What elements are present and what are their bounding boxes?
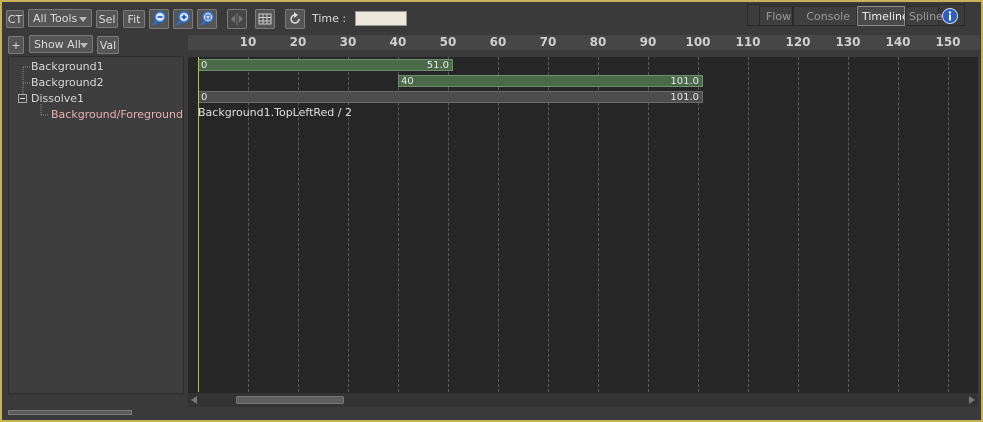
zoom-fit-icon [200, 11, 214, 26]
ruler-tick: 150 [935, 35, 961, 49]
tree-item-dissolve1[interactable]: Dissolve1 [31, 92, 84, 106]
clip-start-label: 0 [201, 92, 208, 103]
tree-item-background2[interactable]: Background2 [31, 76, 104, 90]
all-tools-dropdown[interactable]: All Tools [28, 9, 92, 27]
grid-line [548, 57, 549, 392]
time-label: Time : [311, 12, 347, 25]
info-button[interactable] [941, 7, 959, 25]
refresh-icon [290, 12, 300, 24]
ruler-tick: 30 [339, 35, 357, 49]
clip-end-label: 51.0 [426, 60, 449, 71]
scrollbar-thumb[interactable] [236, 396, 344, 404]
scroll-left-icon[interactable] [191, 396, 197, 404]
sel-button[interactable]: Sel [96, 10, 118, 28]
zoom-out-icon [152, 11, 166, 26]
ruler-tick: 110 [735, 35, 761, 49]
tab-spline[interactable]: Spline [905, 6, 943, 26]
minus-icon [20, 98, 25, 99]
ruler-tick: 90 [639, 35, 657, 49]
ruler-tick: 40 [389, 35, 407, 49]
grid-line [398, 57, 399, 392]
refresh-button[interactable] [285, 9, 305, 29]
horizontal-scrollbar[interactable] [188, 392, 978, 407]
grid-line [898, 57, 899, 392]
grid-line [948, 57, 949, 392]
tab-timeline[interactable]: Timeline [857, 6, 909, 26]
tool-tree: Background1 Background2 Dissolve1 Backgr… [8, 56, 184, 394]
zoom-out-button[interactable] [149, 9, 169, 29]
track-clip[interactable]: 0 51.0 [198, 59, 453, 71]
zoom-in-button[interactable] [173, 9, 193, 29]
snap-arrows-icon [231, 13, 243, 25]
chevron-down-icon [80, 43, 88, 48]
grid-line [798, 57, 799, 392]
grid-line [498, 57, 499, 392]
val-button[interactable]: Val [97, 36, 119, 54]
ruler-tick: 120 [785, 35, 811, 49]
show-all-label: Show All [34, 38, 81, 51]
spreadsheet-button[interactable] [255, 9, 275, 29]
clip-end-label: 101.0 [670, 76, 699, 87]
tree-item-background-foreground[interactable]: Background/Foreground [51, 108, 183, 122]
scroll-right-icon[interactable] [969, 396, 975, 404]
connection-label: Background1.TopLeftRed / 2 [198, 106, 352, 119]
chevron-down-icon [79, 17, 87, 22]
grid-line [648, 57, 649, 392]
clip-start-label: 0 [201, 60, 208, 71]
ruler-tick: 60 [489, 35, 507, 49]
time-input[interactable] [355, 11, 407, 26]
grid-line [598, 57, 599, 392]
ruler-tick: 10 [239, 35, 257, 49]
zoom-in-icon [176, 11, 190, 26]
ruler-tick: 80 [589, 35, 607, 49]
grid-line [848, 57, 849, 392]
add-button[interactable]: + [8, 36, 24, 54]
timeline-track-area[interactable]: 0 51.0 40 101.0 0 101.0 Background1.TopLeftRe… [188, 57, 978, 392]
timeline-window: CT All Tools Sel Fit Time : Flow Console… [0, 0, 983, 422]
tree-item-background1[interactable]: Background1 [31, 60, 104, 74]
tab-flow[interactable]: Flow [759, 6, 793, 26]
track-clip[interactable]: 40 101.0 [398, 75, 703, 87]
clip-start-label: 40 [401, 76, 414, 87]
ruler-tick: 100 [685, 35, 711, 49]
ruler-tick: 130 [835, 35, 861, 49]
tab-console[interactable]: Console [793, 6, 857, 26]
ruler-tick: 140 [885, 35, 911, 49]
zoom-fit-button[interactable] [197, 9, 217, 29]
ruler-tick: 50 [439, 35, 457, 49]
fit-button[interactable]: Fit [123, 10, 145, 28]
time-ruler[interactable]: 10 20 30 40 50 60 70 80 90 100 110 120 130 140 150 [188, 35, 980, 50]
tree-scrollbar[interactable] [8, 410, 132, 415]
snap-button[interactable] [227, 9, 247, 29]
grid-line [448, 57, 449, 392]
show-all-dropdown[interactable]: Show All [29, 35, 93, 53]
track-clip[interactable]: 0 101.0 [198, 91, 703, 103]
grid-line [748, 57, 749, 392]
all-tools-label: All Tools [33, 12, 78, 25]
ruler-tick: 70 [539, 35, 557, 49]
grid-table-icon [258, 13, 272, 25]
ct-button[interactable]: CT [6, 10, 24, 28]
clip-end-label: 101.0 [670, 92, 699, 103]
ruler-tick: 20 [289, 35, 307, 49]
grid-line [698, 57, 699, 392]
collapse-toggle[interactable] [18, 94, 27, 103]
info-icon [942, 8, 958, 24]
